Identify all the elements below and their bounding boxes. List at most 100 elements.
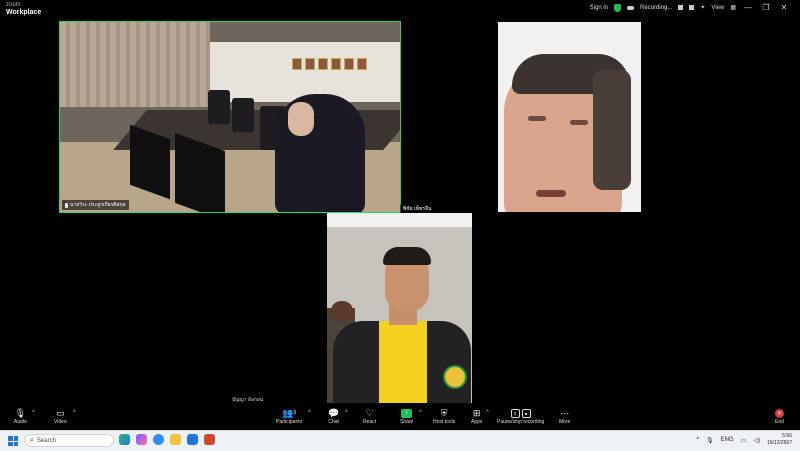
participant-shirt bbox=[379, 321, 427, 403]
zoom-icon[interactable] bbox=[153, 434, 164, 445]
pause-recording-icon[interactable] bbox=[678, 5, 684, 10]
video-tile-1[interactable]: นายวิระ ประยูรเกียรติสกุล bbox=[59, 21, 401, 213]
chat-options-caret[interactable]: ^ bbox=[345, 410, 348, 416]
chair bbox=[208, 90, 230, 124]
video-tile-3[interactable] bbox=[327, 213, 472, 403]
powerpoint-icon[interactable] bbox=[204, 434, 215, 445]
pause-stop-icon: Ⅱ ■ bbox=[510, 408, 531, 418]
participants-options-caret[interactable]: ^ bbox=[308, 410, 311, 416]
wall-frames bbox=[292, 58, 367, 70]
top-right-controls: Sign in Recording... ✦ View ▦ — ❐ ✕ bbox=[590, 3, 790, 12]
participants-icon: 👥 3 bbox=[282, 407, 297, 418]
audio-label: Audio bbox=[14, 419, 27, 425]
store-icon[interactable] bbox=[187, 434, 198, 445]
logo-line1: zoom bbox=[6, 2, 21, 8]
stop-recording-icon[interactable] bbox=[689, 5, 695, 10]
room-wall bbox=[210, 42, 400, 102]
grid-icon[interactable]: ▦ bbox=[730, 4, 736, 11]
windows-start-icon[interactable] bbox=[8, 436, 18, 446]
more-label: More bbox=[559, 419, 571, 425]
participant-name: นายวิระ ประยูรเกียรติสกุล bbox=[70, 202, 126, 208]
share-options-caret[interactable]: ^ bbox=[419, 410, 422, 416]
shield-icon[interactable] bbox=[614, 3, 622, 12]
speaker-view-icon[interactable]: ✦ bbox=[700, 4, 705, 11]
video-camera-icon: ▭ bbox=[56, 407, 65, 418]
audio-options-caret[interactable]: ^ bbox=[32, 410, 35, 416]
participant-face bbox=[288, 102, 314, 136]
participant-eye bbox=[570, 120, 588, 125]
participant-name-tag: นายวิระ ประยูรเกียรติสกุล bbox=[62, 200, 129, 210]
view-button[interactable]: View bbox=[711, 5, 724, 11]
participant-name-tag: บัญญา อ้อกอน bbox=[232, 396, 263, 404]
maximize-button[interactable]: ❐ bbox=[760, 3, 772, 12]
chair bbox=[232, 98, 254, 132]
participant-name: บัญญา อ้อกอน bbox=[232, 397, 264, 403]
more-button[interactable]: ⋯ More bbox=[559, 407, 571, 426]
meeting-toolbar: 🎙 Audio ^ ▭ Video ^ 👥 3 Participants ^ 💬 … bbox=[0, 404, 800, 430]
apps-options-caret[interactable]: ^ bbox=[486, 410, 489, 416]
apps-button[interactable]: ⊞ Apps bbox=[471, 407, 483, 426]
language-indicator[interactable]: ENG bbox=[721, 437, 734, 443]
video-tile-2[interactable] bbox=[498, 22, 641, 212]
end-label: End bbox=[775, 419, 784, 425]
clock-date: 16/12/2567 bbox=[766, 440, 792, 446]
host-tools-button[interactable]: ⛨ Host tools bbox=[433, 407, 456, 426]
room-curtain bbox=[60, 22, 210, 107]
sign-in-link[interactable]: Sign in bbox=[590, 5, 608, 11]
react-label: React bbox=[363, 419, 377, 425]
participants-count: 3 bbox=[293, 410, 297, 416]
clock-time: 5:56 bbox=[782, 433, 792, 439]
edge-icon[interactable] bbox=[119, 434, 130, 445]
tray-mic-icon[interactable]: 🎙 bbox=[706, 437, 714, 444]
emblem-patch bbox=[443, 365, 467, 389]
share-screen-icon: ↑ bbox=[401, 408, 413, 418]
heart-icon: ♡ bbox=[365, 407, 374, 418]
participant-name: พิชัย เพ็ชรจีน bbox=[403, 206, 432, 212]
recording-status[interactable]: Recording... bbox=[640, 5, 672, 11]
host-tools-label: Host tools bbox=[433, 419, 456, 425]
minimize-button[interactable]: — bbox=[742, 3, 754, 12]
video-options-caret[interactable]: ^ bbox=[73, 410, 76, 416]
apps-label: Apps bbox=[471, 419, 483, 425]
video-button[interactable]: ▭ Video bbox=[54, 407, 67, 426]
pause-stop-label: Pause/stop recording bbox=[497, 419, 545, 425]
microphone-icon: 🎙 bbox=[14, 407, 27, 418]
taskbar-clock[interactable]: 5:56 16/12/2567 bbox=[767, 433, 792, 447]
search-placeholder: Search bbox=[36, 437, 56, 444]
share-button[interactable]: ↑ Share bbox=[400, 407, 413, 425]
participant-hair bbox=[593, 70, 631, 190]
video-label: Video bbox=[54, 419, 67, 425]
end-button[interactable]: ✕ End bbox=[775, 407, 784, 425]
more-dots-icon: ⋯ bbox=[560, 407, 570, 418]
chat-label: Chat bbox=[328, 419, 339, 425]
participant-eye bbox=[528, 116, 546, 121]
participants-button[interactable]: 👥 3 Participants bbox=[276, 407, 302, 426]
participant-hair bbox=[383, 247, 431, 265]
volume-icon[interactable]: ◁) bbox=[753, 437, 760, 444]
room-wall bbox=[327, 213, 472, 227]
participant-mouth bbox=[536, 190, 566, 197]
tray-overflow-icon[interactable]: ^ bbox=[696, 437, 699, 443]
chat-button[interactable]: 💬 Chat bbox=[328, 407, 340, 426]
search-icon: ⌕ bbox=[30, 436, 34, 444]
display-icon[interactable]: ▭ bbox=[741, 437, 747, 444]
close-window-button[interactable]: ✕ bbox=[778, 3, 790, 12]
apps-icon: ⊞ bbox=[472, 407, 481, 418]
windows-taskbar: ⌕ Search ^ 🎙 ENG ▭ ◁) 5:56 16/12/2567 bbox=[0, 430, 800, 451]
pause-stop-recording-button[interactable]: Ⅱ ■ Pause/stop recording bbox=[497, 407, 544, 425]
mic-muted-icon bbox=[65, 202, 68, 208]
file-explorer-icon[interactable] bbox=[170, 434, 181, 445]
host-shield-icon: ⛨ bbox=[440, 407, 448, 418]
taskbar-search[interactable]: ⌕ Search bbox=[24, 434, 114, 447]
chat-icon: 💬 bbox=[328, 407, 340, 418]
share-label: Share bbox=[400, 419, 414, 425]
meeting-top-bar: zoom Workplace Sign in Recording... ✦ Vi… bbox=[0, 0, 800, 18]
room-decoration bbox=[331, 301, 353, 321]
logo-line2: Workplace bbox=[6, 9, 42, 16]
end-call-icon: ✕ bbox=[775, 408, 784, 418]
audio-button[interactable]: 🎙 Audio bbox=[14, 407, 27, 426]
cloud-icon bbox=[627, 5, 635, 10]
copilot-icon[interactable] bbox=[136, 434, 147, 445]
react-button[interactable]: ♡ React bbox=[363, 407, 377, 426]
taskbar-apps bbox=[119, 434, 215, 445]
